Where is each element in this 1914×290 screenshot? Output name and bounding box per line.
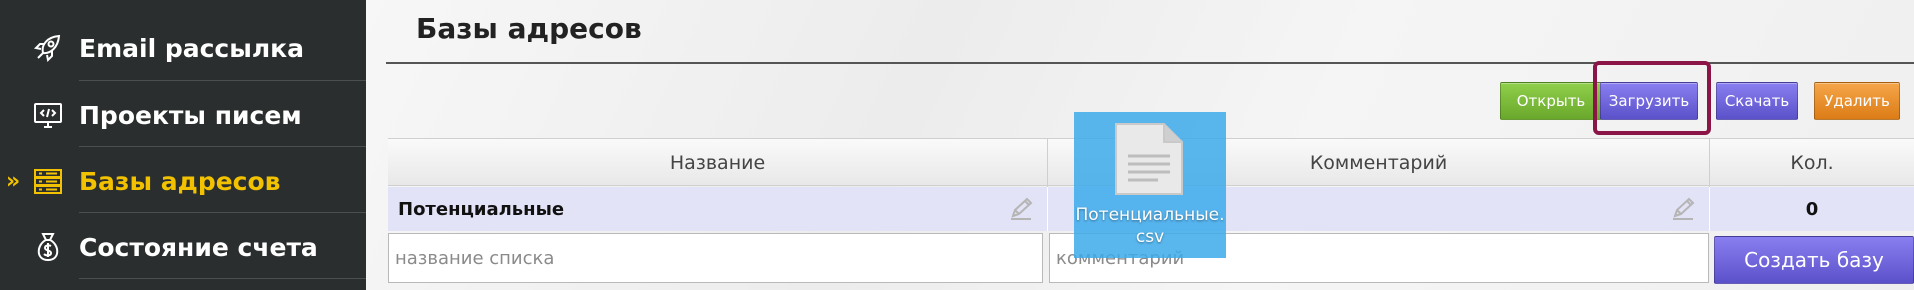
column-header-name[interactable]: Название [388, 139, 1048, 187]
row-name-cell[interactable]: Потенциальные [388, 187, 1048, 231]
sidebar-item-letter-projects[interactable]: Проекты писем [0, 82, 366, 148]
document-file-icon [1114, 122, 1184, 196]
monitor-code-icon [30, 97, 66, 133]
create-base-button[interactable]: Создать базу [1714, 236, 1914, 284]
divider [79, 212, 367, 213]
server-list-icon [30, 163, 66, 199]
upload-button-highlight [1593, 61, 1711, 135]
sidebar-item-label: Состояние счета [79, 232, 318, 262]
divider [79, 80, 367, 81]
money-bag-icon [30, 229, 66, 265]
dragged-file[interactable]: Потенциальные.csv [1074, 112, 1226, 258]
main-content: Базы адресов Открыть Загрузить Скачать У… [366, 0, 1914, 290]
row-count: 0 [1805, 198, 1819, 220]
download-button[interactable]: Скачать [1716, 82, 1798, 120]
column-header-count[interactable]: Кол. [1710, 139, 1914, 187]
sidebar-item-label: Проекты писем [79, 100, 302, 130]
sidebar-item-email-campaign[interactable]: Email рассылка [0, 15, 366, 81]
dragged-file-name: Потенциальные.csv [1075, 205, 1225, 247]
row-name: Потенциальные [398, 198, 565, 220]
sidebar: Email рассылка Проекты писем » Базы адре… [0, 0, 367, 290]
sidebar-item-account-status[interactable]: Состояние счета [0, 214, 366, 280]
active-marker: » [6, 168, 21, 194]
rocket-icon [30, 30, 66, 66]
sidebar-item-address-bases[interactable]: » Базы адресов [0, 148, 366, 214]
sidebar-item-label: Email рассылка [79, 33, 304, 63]
open-button[interactable]: Открыть [1500, 82, 1602, 120]
divider [79, 146, 367, 147]
divider [79, 278, 367, 279]
new-base-name-input[interactable] [388, 233, 1043, 283]
sidebar-item-label: Базы адресов [79, 166, 281, 196]
page-title: Базы адресов [416, 12, 642, 45]
edit-comment-pencil-icon[interactable] [1670, 197, 1696, 221]
delete-button[interactable]: Удалить [1814, 82, 1900, 120]
edit-name-pencil-icon[interactable] [1008, 197, 1034, 221]
